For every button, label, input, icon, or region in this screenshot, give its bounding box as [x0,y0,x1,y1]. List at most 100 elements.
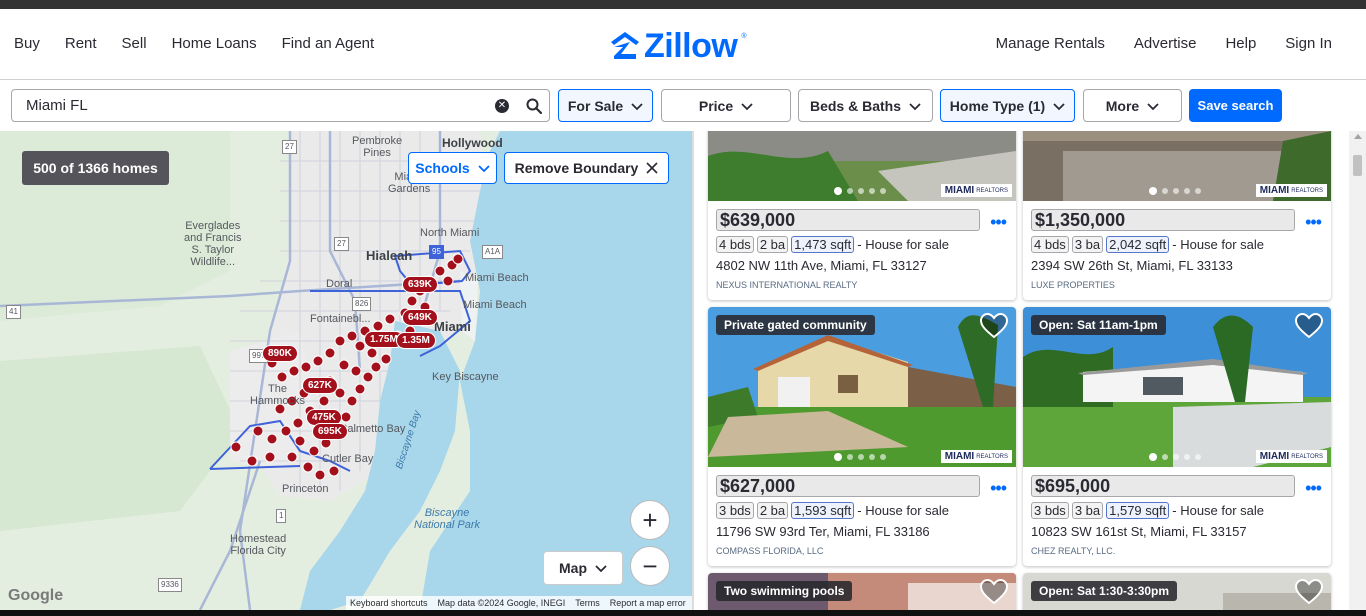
nav-sign-in[interactable]: Sign In [1285,35,1332,52]
listing-tag: Open: Sat 1:30-3:30pm [1031,581,1178,601]
chevron-down-icon [1053,102,1065,110]
nav-home-loans[interactable]: Home Loans [172,35,257,52]
sqft: 1,579 sqft [1106,502,1170,519]
listing-card[interactable]: MIAMI REALTORS $1,350,000 ••• 4 bds 3 ba … [1023,131,1331,300]
heart-icon[interactable] [980,579,1008,605]
listing-card[interactable]: Open: Sat 1:30-3:30pm [1023,573,1331,610]
scroll-up-arrow[interactable] [1354,134,1362,139]
search-input[interactable]: Miami FL [26,97,88,114]
zillow-logo[interactable]: Zillow ® [610,29,747,63]
listing-results[interactable]: MIAMI REALTORS $639,000 ••• 4 bds 2 ba 1,… [694,131,1349,610]
listing-facts: 3 bds 2 ba 1,593 sqft - House for sale [716,502,949,519]
listing-tag: Open: Sat 11am-1pm [1031,315,1166,335]
report-error-link[interactable]: Report a map error [610,598,686,608]
more-options-icon[interactable]: ••• [1305,479,1322,497]
listing-address[interactable]: 10823 SW 161st St, Miami, FL 33157 [1031,524,1247,539]
zillow-logo-icon [611,32,639,59]
listing-address[interactable]: 2394 SW 26th St, Miami, FL 33133 [1031,258,1233,273]
price-pin[interactable]: 639K [402,276,438,293]
result-count-badge: 500 of 1366 homes [22,151,169,185]
label-princeton: Princeton [282,483,329,495]
listing-price: $627,000 [716,475,980,497]
more-options-icon[interactable]: ••• [990,213,1007,231]
map-type-label: Map [559,560,587,576]
listing-address[interactable]: 11796 SW 93rd Ter, Miami, FL 33186 [716,524,930,539]
listing-price: $639,000 [716,209,980,231]
remove-boundary-label: Remove Boundary [514,160,639,176]
terms-link[interactable]: Terms [575,598,600,608]
heart-icon[interactable] [980,313,1008,339]
home-status: - House for sale [1172,503,1265,518]
chevron-down-icon [909,102,921,110]
nav-rent[interactable]: Rent [65,35,97,52]
listing-photo[interactable]: Open: Sat 11am-1pm MIAMI REALTORS [1023,307,1331,467]
keyboard-shortcuts-link[interactable]: Keyboard shortcuts [350,598,428,608]
listing-card[interactable]: Two swimming pools [708,573,1016,610]
photo-carousel-dots[interactable] [1149,187,1201,195]
photo-carousel-dots[interactable] [834,453,886,461]
nav-sell[interactable]: Sell [122,35,147,52]
nav-buy[interactable]: Buy [14,35,40,52]
schools-label: Schools [415,160,470,176]
search-box[interactable]: Miami FL ✕ [11,89,550,122]
nav-advertise[interactable]: Advertise [1134,35,1197,52]
listing-card[interactable]: Private gated community MIAMI REALTORS $6… [708,307,1016,566]
price-pin[interactable]: 890K [262,345,298,362]
more-filter[interactable]: More [1083,89,1182,122]
heart-icon[interactable] [1295,313,1323,339]
chevron-down-icon [478,165,490,173]
listing-photo[interactable]: Open: Sat 1:30-3:30pm [1023,573,1331,610]
beds: 3 bds [716,502,754,519]
beds-baths-filter[interactable]: Beds & Baths [798,89,933,122]
label-miami-beach-2: Miami Beach [463,299,527,311]
price-pin[interactable]: 1.35M [396,332,436,349]
listing-photo[interactable]: MIAMI REALTORS [708,131,1016,201]
photo-carousel-dots[interactable] [834,187,886,195]
secondary-nav: Manage Rentals Advertise Help Sign In [996,35,1332,52]
label-hialeah: Hialeah [366,248,413,263]
listing-photo[interactable]: Two swimming pools [708,573,1016,610]
home-type-label: Home Type (1) [949,97,1046,114]
results-scrollbar[interactable] [1349,131,1366,610]
photo-carousel-dots[interactable] [1149,453,1201,461]
price-filter[interactable]: Price [661,89,791,122]
logo-text: Zillow [644,27,738,65]
zoom-out-button[interactable]: − [630,546,670,586]
listing-facts: 3 bds 3 ba 1,579 sqft - House for sale [1031,502,1264,519]
search-icon[interactable] [525,97,543,115]
listing-card[interactable]: Open: Sat 11am-1pm MIAMI REALTORS $695,00… [1023,307,1331,566]
price-pin[interactable]: 627K [302,377,338,394]
label-doral: Doral [326,278,353,290]
listing-address[interactable]: 4802 NW 11th Ave, Miami, FL 33127 [716,258,927,273]
for-sale-filter[interactable]: For Sale [558,89,653,122]
heart-icon[interactable] [1295,579,1323,605]
map-attribution: Keyboard shortcuts Map data ©2024 Google… [346,596,692,610]
listing-card[interactable]: MIAMI REALTORS $639,000 ••• 4 bds 2 ba 1,… [708,131,1016,300]
zoom-in-button[interactable]: + [630,500,670,540]
nav-manage-rentals[interactable]: Manage Rentals [996,35,1105,52]
for-sale-label: For Sale [567,97,624,114]
mls-logo: MIAMI REALTORS [1255,450,1327,463]
more-options-icon[interactable]: ••• [990,479,1007,497]
shield-9336: 9336 [158,578,182,592]
remove-boundary-button[interactable]: Remove Boundary [504,152,669,184]
scroll-thumb[interactable] [1353,155,1362,176]
price-pin[interactable]: 649K [402,309,438,326]
listing-photo[interactable]: MIAMI REALTORS [1023,131,1331,201]
home-type-filter[interactable]: Home Type (1) [940,89,1075,122]
schools-button[interactable]: Schools [408,152,497,184]
label-miami-beach: Miami Beach [465,272,529,284]
more-options-icon[interactable]: ••• [1305,213,1322,231]
label-pembroke-pines: Pembroke Pines [352,135,403,159]
nav-find-agent[interactable]: Find an Agent [282,35,375,52]
map-type-button[interactable]: Map [543,551,623,585]
listing-photo[interactable]: Private gated community MIAMI REALTORS [708,307,1016,467]
map-view[interactable]: Hollywood Pembroke Pines Miami Gardens E… [0,131,692,610]
label-homestead: Homestead Florida City [230,533,287,557]
clear-icon[interactable]: ✕ [495,99,509,113]
baths: 3 ba [1071,502,1104,519]
home-status: - House for sale [857,237,950,252]
save-search-button[interactable]: Save search [1189,89,1282,122]
nav-help[interactable]: Help [1225,35,1256,52]
price-pin[interactable]: 695K [312,423,348,440]
